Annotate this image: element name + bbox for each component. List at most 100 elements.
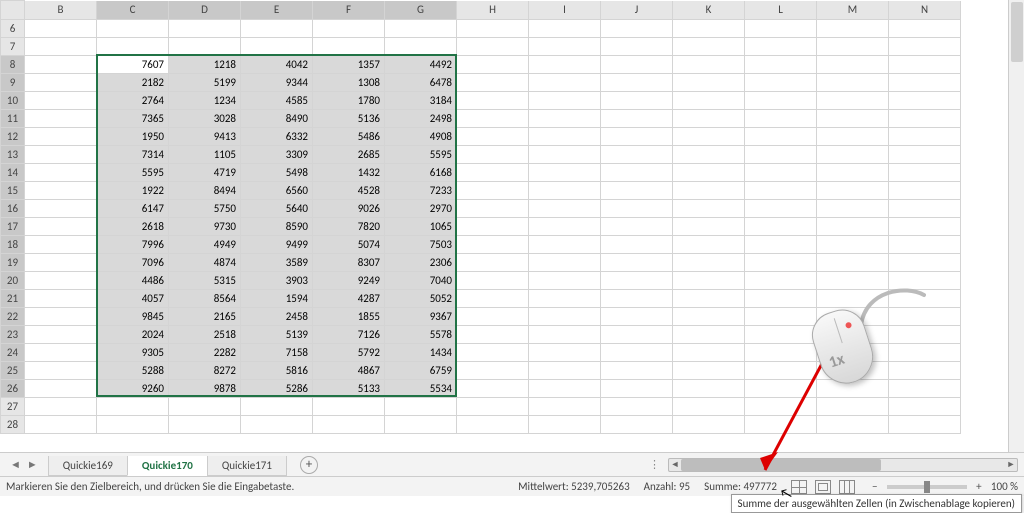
cell-K7[interactable] [673,37,745,55]
cell-J7[interactable] [601,37,673,55]
cell-H18[interactable] [457,235,529,253]
cell-E17[interactable]: 8590 [241,217,313,235]
cell-F28[interactable] [313,415,385,433]
row-header-14[interactable]: 14 [1,163,25,181]
cell-I12[interactable] [529,127,601,145]
row-header-12[interactable]: 12 [1,127,25,145]
cell-H11[interactable] [457,109,529,127]
cell-F16[interactable]: 9026 [313,199,385,217]
cell-L25[interactable] [745,361,817,379]
cell-B28[interactable] [25,415,97,433]
cell-F12[interactable]: 5486 [313,127,385,145]
cell-L21[interactable] [745,289,817,307]
cell-C23[interactable]: 2024 [97,325,169,343]
cell-C6[interactable] [97,19,169,37]
cell-G6[interactable] [385,19,457,37]
cell-H21[interactable] [457,289,529,307]
cell-E27[interactable] [241,397,313,415]
cell-E8[interactable]: 4042 [241,55,313,73]
cell-H28[interactable] [457,415,529,433]
cell-B25[interactable] [25,361,97,379]
cell-F23[interactable]: 7126 [313,325,385,343]
cell-I7[interactable] [529,37,601,55]
cell-H12[interactable] [457,127,529,145]
row-header-20[interactable]: 20 [1,271,25,289]
row-header-26[interactable]: 26 [1,379,25,397]
cell-M20[interactable] [817,271,889,289]
cell-C10[interactable]: 2764 [97,91,169,109]
cell-N15[interactable] [889,181,961,199]
cell-I28[interactable] [529,415,601,433]
cell-H14[interactable] [457,163,529,181]
hscroll-left-icon[interactable]: ◄ [669,459,681,471]
row-header-18[interactable]: 18 [1,235,25,253]
cell-E23[interactable]: 5139 [241,325,313,343]
cell-L10[interactable] [745,91,817,109]
cell-J23[interactable] [601,325,673,343]
cell-G12[interactable]: 4908 [385,127,457,145]
cell-M23[interactable] [817,325,889,343]
column-header-H[interactable]: H [457,1,529,20]
cell-J16[interactable] [601,199,673,217]
cell-B21[interactable] [25,289,97,307]
cell-K16[interactable] [673,199,745,217]
cell-M19[interactable] [817,253,889,271]
view-page-break-icon[interactable] [839,480,855,494]
cell-K27[interactable] [673,397,745,415]
cell-D6[interactable] [169,19,241,37]
cell-I10[interactable] [529,91,601,109]
cell-H9[interactable] [457,73,529,91]
cell-L23[interactable] [745,325,817,343]
cell-H27[interactable] [457,397,529,415]
cell-H17[interactable] [457,217,529,235]
cell-K12[interactable] [673,127,745,145]
cell-K20[interactable] [673,271,745,289]
cell-B18[interactable] [25,235,97,253]
cell-C15[interactable]: 1922 [97,181,169,199]
cell-D21[interactable]: 8564 [169,289,241,307]
tab-split-handle[interactable]: ⋮ [649,458,662,471]
cell-C28[interactable] [97,415,169,433]
cell-E15[interactable]: 6560 [241,181,313,199]
cell-G13[interactable]: 5595 [385,145,457,163]
cell-I27[interactable] [529,397,601,415]
cell-J12[interactable] [601,127,673,145]
zoom-out-button[interactable]: − [869,480,881,493]
column-header-D[interactable]: D [169,1,241,20]
cell-D24[interactable]: 2282 [169,343,241,361]
cell-N16[interactable] [889,199,961,217]
cell-N17[interactable] [889,217,961,235]
cell-C26[interactable]: 9260 [97,379,169,397]
cell-C16[interactable]: 6147 [97,199,169,217]
cell-K19[interactable] [673,253,745,271]
cell-C24[interactable]: 9305 [97,343,169,361]
cell-L19[interactable] [745,253,817,271]
cell-J14[interactable] [601,163,673,181]
zoom-control[interactable]: − + 100 % [869,480,1018,493]
cell-B8[interactable] [25,55,97,73]
cell-H22[interactable] [457,307,529,325]
cell-I26[interactable] [529,379,601,397]
cell-G22[interactable]: 9367 [385,307,457,325]
cell-K23[interactable] [673,325,745,343]
zoom-in-button[interactable]: + [973,480,985,493]
cell-N19[interactable] [889,253,961,271]
cell-C20[interactable]: 4486 [97,271,169,289]
cell-N14[interactable] [889,163,961,181]
cell-J27[interactable] [601,397,673,415]
tab-nav-prev-icon[interactable]: ◄ [10,458,21,471]
cell-M8[interactable] [817,55,889,73]
cell-D9[interactable]: 5199 [169,73,241,91]
cell-F21[interactable]: 4287 [313,289,385,307]
cell-M26[interactable] [817,379,889,397]
cell-I19[interactable] [529,253,601,271]
cell-B7[interactable] [25,37,97,55]
cell-C22[interactable]: 9845 [97,307,169,325]
vertical-scrollbar-thumb[interactable] [1011,2,1023,62]
row-header-15[interactable]: 15 [1,181,25,199]
cell-H16[interactable] [457,199,529,217]
cell-M12[interactable] [817,127,889,145]
cell-J22[interactable] [601,307,673,325]
row-header-23[interactable]: 23 [1,325,25,343]
cell-F6[interactable] [313,19,385,37]
